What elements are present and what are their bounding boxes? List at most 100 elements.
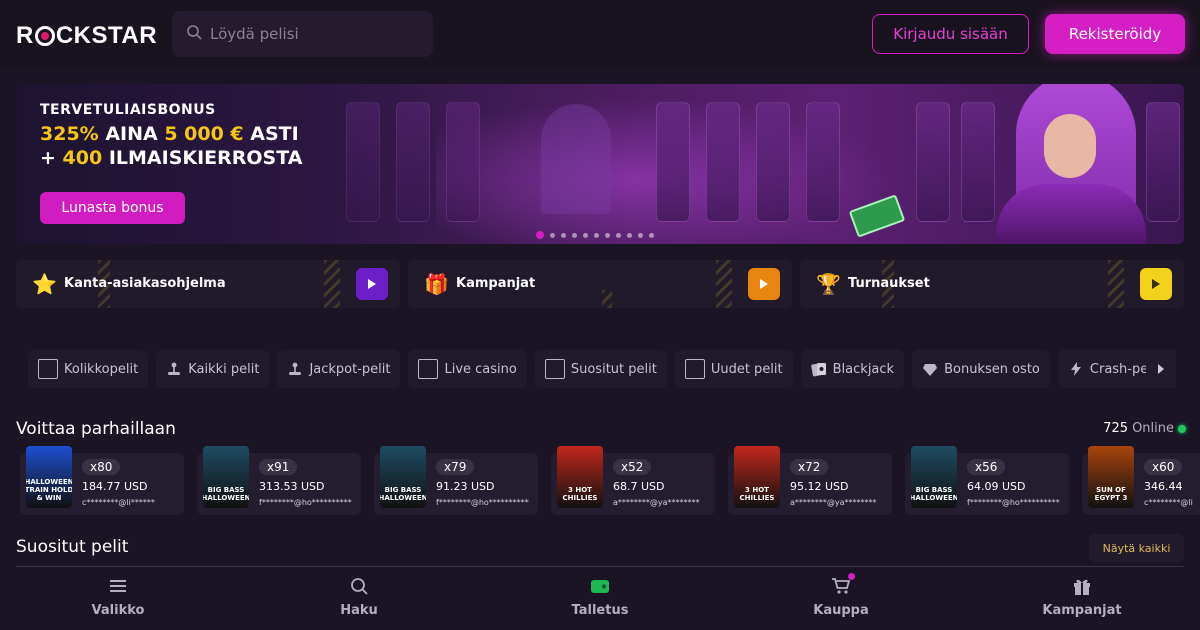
banner-slot-machine xyxy=(961,102,995,222)
win-multiplier: x91 xyxy=(259,459,298,475)
category-label: Kolikkopelit xyxy=(64,361,139,377)
category-label: Bonuksen osto xyxy=(944,361,1040,377)
decor-stripe xyxy=(324,260,340,308)
winner-card[interactable]: 3 HOT CHILLIES x72 95.12 USD a********@ya**… xyxy=(728,446,892,515)
carousel-dot[interactable] xyxy=(572,232,577,238)
category-chip[interactable]: Kolikkopelit xyxy=(28,350,149,388)
carousel-dot[interactable] xyxy=(536,231,544,239)
joystick-icon xyxy=(287,361,303,377)
winner-card[interactable]: BIG BASS HALLOWEEN x91 313.53 USD f********… xyxy=(197,446,361,515)
win-amount: 68.7 USD xyxy=(613,480,665,493)
carousel-dot[interactable] xyxy=(561,232,566,238)
chevron-right-icon[interactable] xyxy=(1146,350,1176,388)
play-arrow-icon[interactable] xyxy=(1140,268,1172,300)
category-chip[interactable]: Jackpot-pelit xyxy=(277,350,401,388)
carousel-dot[interactable] xyxy=(550,232,555,238)
headline-text: AINA xyxy=(98,123,165,145)
category-chip[interactable]: Bonuksen osto xyxy=(912,350,1050,388)
nav-item-shop[interactable]: Kauppa xyxy=(781,573,901,625)
gift-icon xyxy=(1071,575,1093,597)
lightning-icon xyxy=(1068,361,1084,377)
free-spins-count: 400 xyxy=(62,147,103,169)
carousel-dot[interactable] xyxy=(638,232,643,238)
game-thumbnail[interactable]: 3 HOT CHILLIES xyxy=(557,446,603,508)
game-thumbnail[interactable]: BIG BASS HALLOWEEN xyxy=(203,446,249,508)
carousel-dot[interactable] xyxy=(594,232,599,238)
winner-card[interactable]: HALLOWEEN TRAIN HOLD & WIN x80 184.77 USD c… xyxy=(20,446,184,515)
banner-slot-machine xyxy=(916,102,950,222)
promo-label: Turnaukset xyxy=(848,276,930,291)
bonus-amount: 5 000 € xyxy=(164,123,244,145)
cart-icon xyxy=(830,573,855,597)
carousel-dot[interactable] xyxy=(616,232,621,238)
online-counter: 725 Online xyxy=(1103,421,1186,436)
win-amount: 184.77 USD xyxy=(82,480,148,493)
winner-username: c********@li****** xyxy=(82,498,155,507)
banner-slot-machine xyxy=(346,102,380,222)
game-thumbnail[interactable]: BIG BASS HALLOWEEN xyxy=(380,446,426,508)
game-thumbnail[interactable]: SUN OF EGYPT 3 xyxy=(1088,446,1134,508)
promo-card-loyalty[interactable]: ⭐ Kanta-asiakasohjelma xyxy=(16,260,400,308)
search-input[interactable] xyxy=(210,25,410,43)
winner-username: c********@li xyxy=(1144,498,1193,507)
category-label: Uudet pelit xyxy=(710,361,783,377)
carousel-dot[interactable] xyxy=(649,232,654,238)
cards-icon xyxy=(810,361,827,377)
winner-card[interactable]: SUN OF EGYPT 3 x60 346.44 c********@li xyxy=(1082,446,1200,515)
category-chip[interactable]: Blackjack xyxy=(800,350,905,388)
headline-text: + xyxy=(40,147,63,169)
logo[interactable]: R CKSTAR xyxy=(16,22,157,50)
banner-arch xyxy=(541,104,611,214)
game-thumbnail[interactable]: HALLOWEEN TRAIN HOLD & WIN xyxy=(26,446,72,508)
win-multiplier: x60 xyxy=(1144,459,1183,475)
welcome-bonus-banner[interactable]: TERVETULIAISBONUS 325% AINA 5 000 € ASTI… xyxy=(16,84,1184,244)
play-arrow-icon[interactable] xyxy=(748,268,780,300)
winner-card[interactable]: 3 HOT CHILLIES x52 68.7 USD a********@ya***… xyxy=(551,446,715,515)
banner-headline-1: 325% AINA 5 000 € ASTI xyxy=(40,122,302,146)
bonus-percent: 325% xyxy=(40,123,99,145)
search-bar[interactable] xyxy=(172,11,433,57)
banner-kicker: TERVETULIAISBONUS xyxy=(40,102,216,118)
promo-card-campaigns[interactable]: 🎁 Kampanjat xyxy=(408,260,792,308)
win-amount: 313.53 USD xyxy=(259,480,325,493)
promo-card-tournaments[interactable]: 🏆 Turnaukset xyxy=(800,260,1184,308)
nav-item-campaigns[interactable]: Kampanjat xyxy=(1022,575,1142,625)
game-thumbnail[interactable]: BIG BASS HALLOWEEN xyxy=(911,446,957,508)
winner-username: a********@ya******** xyxy=(613,498,700,507)
nav-item-menu[interactable]: Valikko xyxy=(58,575,178,625)
claim-bonus-button[interactable]: Lunasta bonus xyxy=(40,192,185,224)
winner-username: a********@ya******** xyxy=(790,498,877,507)
banner-slot-machine xyxy=(396,102,430,222)
popular-title: Suositut pelit xyxy=(16,537,129,557)
winner-card[interactable]: BIG BASS HALLOWEEN x79 91.23 USD f********@… xyxy=(374,446,538,515)
winner-card[interactable]: BIG BASS HALLOWEEN x56 64.09 USD f********@… xyxy=(905,446,1069,515)
register-button[interactable]: Rekisteröidy xyxy=(1045,14,1185,54)
category-chip[interactable]: Kaikki pelit xyxy=(156,350,270,388)
category-chip[interactable]: Live casino xyxy=(408,350,527,388)
header: R CKSTAR Kirjaudu sisään Rekisteröidy xyxy=(0,0,1200,68)
login-button[interactable]: Kirjaudu sisään xyxy=(872,14,1029,54)
joystick-icon xyxy=(166,361,182,377)
gift-icon: 🎁 xyxy=(424,272,449,296)
banner-text: TERVETULIAISBONUS 325% AINA 5 000 € ASTI… xyxy=(40,102,302,170)
nav-item-deposit[interactable]: Talletus xyxy=(540,575,660,625)
nav-label: Talletus xyxy=(571,603,629,618)
square-icon xyxy=(418,359,439,379)
win-amount: 91.23 USD xyxy=(436,480,495,493)
banner-slot-machine xyxy=(756,102,790,222)
nav-item-search[interactable]: Haku xyxy=(299,575,419,625)
carousel-dot[interactable] xyxy=(627,232,632,238)
show-all-button[interactable]: Näytä kaikki xyxy=(1089,534,1184,562)
square-icon xyxy=(38,359,58,379)
category-chip[interactable]: Uudet pelit xyxy=(674,350,793,388)
play-arrow-icon[interactable] xyxy=(356,268,388,300)
game-thumbnail[interactable]: 3 HOT CHILLIES xyxy=(734,446,780,508)
category-label: Kaikki pelit xyxy=(188,361,260,377)
carousel-dot[interactable] xyxy=(605,232,610,238)
winner-username: f********@ho********** xyxy=(259,498,352,507)
win-multiplier: x80 xyxy=(82,459,121,475)
carousel-dot[interactable] xyxy=(583,232,588,238)
logo-emblem xyxy=(34,26,55,46)
category-chip[interactable]: Suositut pelit xyxy=(534,350,667,388)
win-amount: 346.44 xyxy=(1144,480,1183,493)
